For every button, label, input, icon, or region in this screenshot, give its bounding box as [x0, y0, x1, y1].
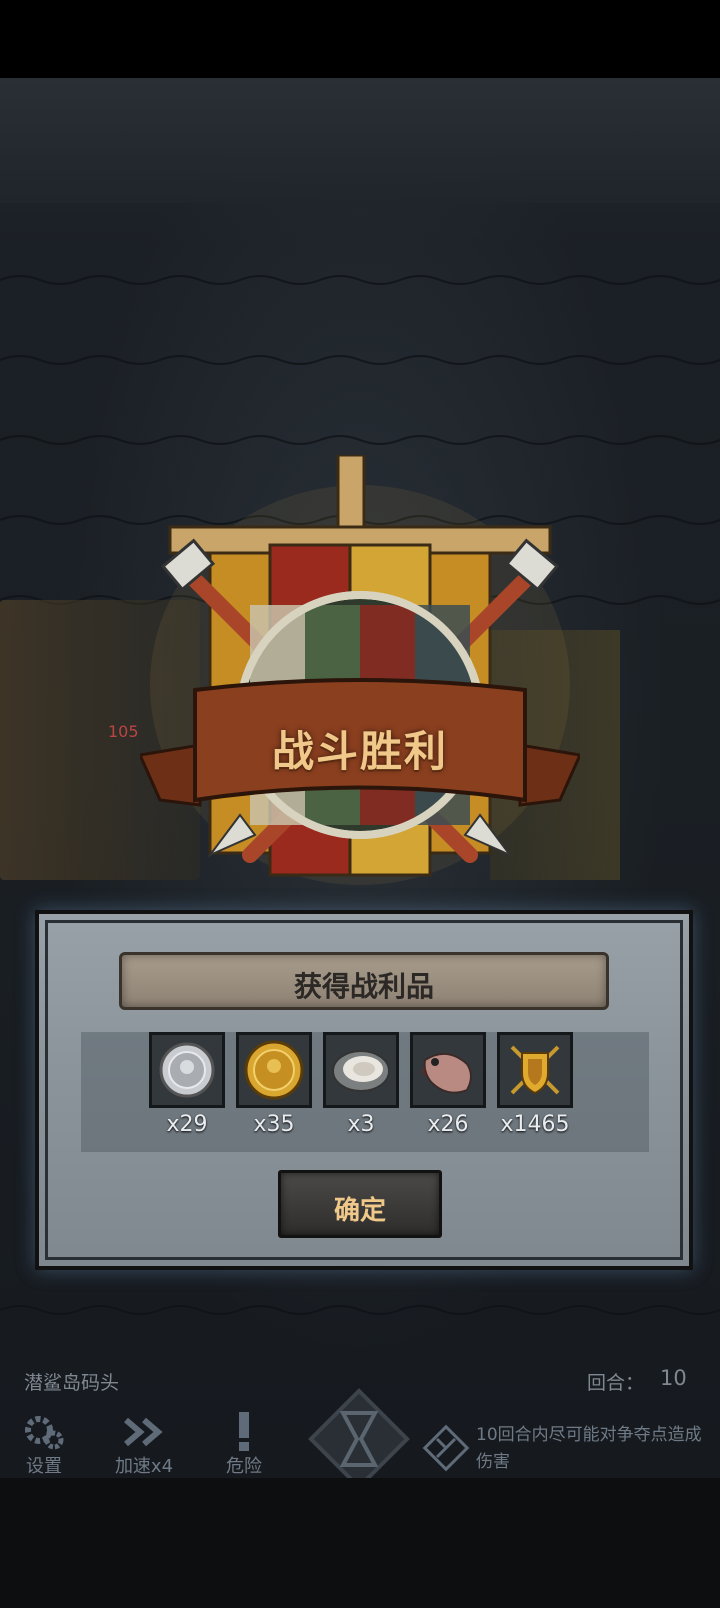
reward-count: x1465	[500, 1112, 570, 1137]
reward-count: x35	[253, 1112, 295, 1137]
victory-emblem	[140, 455, 580, 885]
location-name: 潜鲨岛码头	[24, 1372, 120, 1394]
reward-item[interactable]: x29	[147, 1032, 227, 1137]
reward-item[interactable]: x26	[408, 1032, 488, 1137]
end-turn-hourglass-icon[interactable]	[305, 1385, 413, 1493]
unit-hp-hint: 105	[108, 722, 139, 741]
oyster-icon	[332, 1050, 390, 1092]
victory-title: 战斗胜利	[271, 727, 448, 776]
rewards-list: x29 x35 x3 x26 x1465	[81, 1032, 649, 1152]
fast-forward-icon	[124, 1417, 163, 1447]
top-status-bar	[0, 0, 720, 78]
reward-icon-box	[236, 1032, 312, 1108]
reward-icon-box	[323, 1032, 399, 1108]
gold-coin-icon	[244, 1040, 304, 1100]
game-top-band	[0, 78, 720, 203]
rewards-panel: 获得战利品 x29 x35 x3 x26 x1465 确定	[35, 910, 693, 1270]
speed-label: 加速x4	[114, 1456, 174, 1477]
mission-objective-icon	[422, 1424, 470, 1472]
round-label: 回合：	[587, 1372, 645, 1394]
danger-button[interactable]: 危险	[204, 1410, 284, 1478]
reward-count: x29	[166, 1112, 208, 1137]
round-value: 10	[660, 1366, 687, 1390]
silver-coin-icon	[159, 1042, 215, 1098]
danger-label: 危险	[226, 1456, 262, 1477]
danger-icon	[239, 1412, 249, 1451]
reward-icon-box	[497, 1032, 573, 1108]
reward-item[interactable]: x3	[321, 1032, 401, 1137]
confirm-button[interactable]: 确定	[278, 1170, 442, 1238]
gear-icon	[25, 1416, 64, 1450]
reward-item[interactable]: x1465	[495, 1032, 575, 1137]
confirm-label: 确定	[333, 1196, 386, 1226]
reward-icon-box	[149, 1032, 225, 1108]
rewards-title: 获得战利品	[293, 970, 434, 1003]
reward-count: x26	[427, 1112, 469, 1137]
settings-button[interactable]: 设置	[4, 1410, 84, 1478]
mission-text: 10回合内尽可能对争夺点造成伤害	[476, 1425, 702, 1472]
settings-label: 设置	[26, 1456, 62, 1477]
reward-icon-box	[410, 1032, 486, 1108]
bottom-safe-area	[0, 1478, 720, 1608]
speed-button[interactable]: 加速x4	[104, 1410, 184, 1478]
rewards-title-bar: 获得战利品	[119, 952, 609, 1010]
honor-shield-icon	[510, 1045, 560, 1095]
fish-icon	[422, 1053, 472, 1094]
reward-count: x3	[347, 1112, 375, 1137]
reward-item[interactable]: x35	[234, 1032, 314, 1137]
